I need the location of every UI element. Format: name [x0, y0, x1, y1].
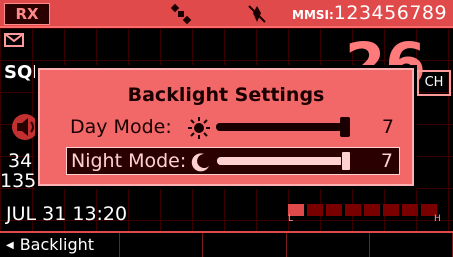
- softkey-2[interactable]: [120, 233, 204, 257]
- level-segment: [364, 204, 380, 216]
- gps-off-icon: [248, 5, 266, 23]
- level-segment: [326, 204, 342, 216]
- day-mode-value: 7: [381, 116, 394, 138]
- status-bar: RX MMSI:123456789: [0, 0, 453, 28]
- sun-icon: [188, 117, 210, 139]
- backlight-settings-dialog: Backlight Settings Day Mode: 7 Night Mod…: [35, 65, 417, 189]
- night-mode-row[interactable]: Night Mode: 7: [66, 147, 400, 175]
- left-readout-2: 135: [0, 170, 37, 192]
- moon-icon: [191, 153, 209, 172]
- softkey-backlight[interactable]: ◀ Backlight: [0, 233, 120, 257]
- left-readout-1: 34: [8, 150, 33, 172]
- level-segment: [307, 204, 323, 216]
- softkey-4[interactable]: [287, 233, 370, 257]
- envelope-icon: [4, 33, 24, 47]
- day-mode-slider[interactable]: [216, 117, 350, 137]
- night-mode-slider[interactable]: [217, 151, 351, 171]
- rx-badge: RX: [4, 3, 50, 25]
- softkey-5[interactable]: [370, 233, 453, 257]
- level-low-label: L: [288, 214, 294, 224]
- softkey-backlight-label: Backlight: [19, 235, 95, 254]
- night-mode-slider-fill: [217, 157, 346, 165]
- level-segment: [345, 204, 361, 216]
- night-mode-value: 7: [380, 150, 393, 172]
- date-time: JUL 31 13:20: [6, 203, 128, 225]
- mmsi-readout: MMSI:123456789: [292, 2, 447, 24]
- dialog-title: Backlight Settings: [127, 84, 325, 106]
- left-arrow-icon: ◀: [6, 240, 14, 251]
- level-high-label: H: [434, 214, 441, 224]
- day-mode-slider-thumb[interactable]: [340, 117, 350, 137]
- day-mode-row[interactable]: Day Mode: 7: [66, 114, 400, 142]
- satellite-icon: [170, 3, 192, 25]
- softkey-3[interactable]: [203, 233, 287, 257]
- mmsi-label: MMSI:: [292, 8, 334, 22]
- level-segment: [383, 204, 399, 216]
- night-mode-slider-thumb[interactable]: [341, 151, 351, 171]
- night-mode-label: Night Mode:: [71, 150, 187, 172]
- radio-display: RX MMSI:123456789 SQL 26 CH 34 135 JUL 3…: [0, 0, 453, 257]
- soft-key-bar: ◀ Backlight: [0, 231, 453, 257]
- level-segment: [402, 204, 418, 216]
- ch-button[interactable]: CH: [417, 70, 451, 96]
- mmsi-value: 123456789: [333, 2, 448, 24]
- day-mode-slider-fill: [216, 123, 345, 131]
- signal-level-bar: [288, 204, 440, 216]
- day-mode-label: Day Mode:: [70, 116, 172, 138]
- speaker-icon: [12, 114, 38, 140]
